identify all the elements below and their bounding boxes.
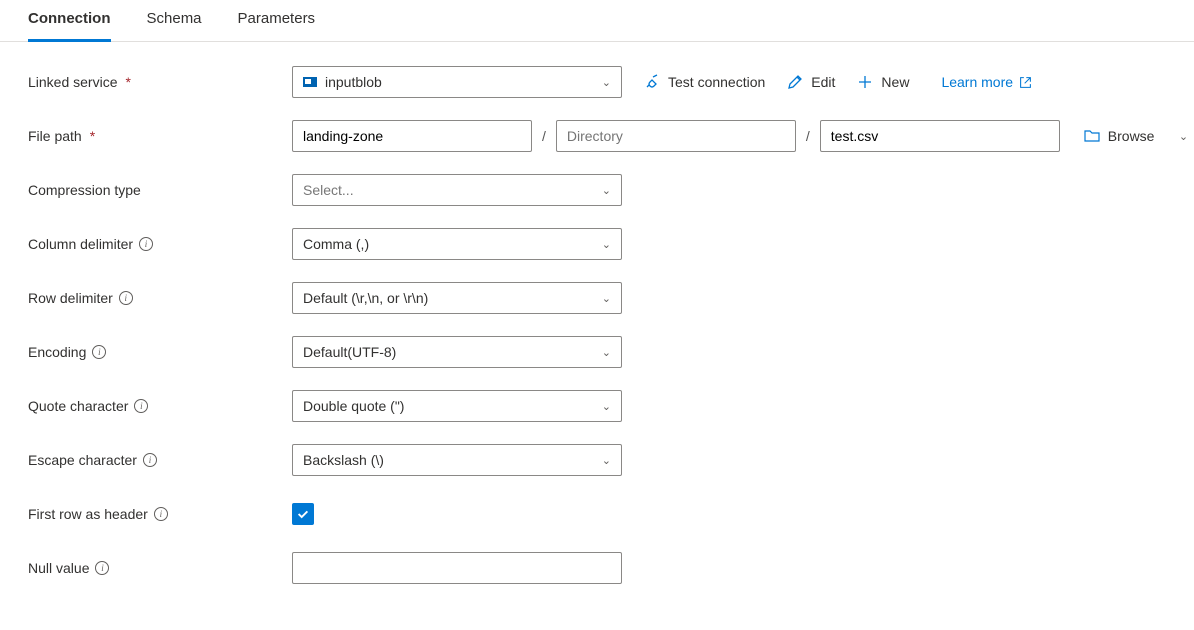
info-icon[interactable]: i (119, 291, 133, 305)
info-icon[interactable]: i (92, 345, 106, 359)
row-delimiter-select[interactable]: Default (\r,\n, or \r\n) ⌄ (292, 282, 622, 314)
chevron-down-icon: ⌄ (602, 292, 611, 305)
tab-bar: Connection Schema Parameters (0, 0, 1194, 42)
file-path-directory-input[interactable] (556, 120, 796, 152)
linked-service-icon (303, 77, 317, 87)
escape-character-select[interactable]: Backslash (\) ⌄ (292, 444, 622, 476)
new-button[interactable]: New (857, 74, 909, 90)
file-path-label: File path* (28, 128, 292, 144)
plus-icon (857, 74, 873, 90)
quote-character-label: Quote character i (28, 398, 292, 414)
browse-dropdown[interactable]: ⌄ (1174, 130, 1192, 143)
chevron-down-icon: ⌄ (1179, 130, 1188, 143)
edit-button[interactable]: Edit (787, 74, 835, 90)
escape-character-label: Escape character i (28, 452, 292, 468)
file-path-container-input[interactable] (292, 120, 532, 152)
quote-character-select[interactable]: Double quote (") ⌄ (292, 390, 622, 422)
first-row-header-checkbox[interactable] (292, 503, 314, 525)
encoding-label: Encoding i (28, 344, 292, 360)
path-separator: / (542, 128, 546, 144)
folder-icon (1084, 128, 1100, 144)
plug-icon (644, 74, 660, 90)
linked-service-label: Linked service* (28, 74, 292, 90)
encoding-select[interactable]: Default(UTF-8) ⌄ (292, 336, 622, 368)
linked-service-select[interactable]: inputblob ⌄ (292, 66, 622, 98)
test-connection-button[interactable]: Test connection (644, 74, 765, 90)
browse-button[interactable]: Browse (1084, 128, 1155, 144)
chevron-down-icon: ⌄ (602, 76, 611, 89)
required-marker: * (126, 74, 131, 90)
connection-form: Linked service* inputblob ⌄ Test connect… (0, 42, 1194, 630)
chevron-down-icon: ⌄ (602, 238, 611, 251)
chevron-down-icon: ⌄ (602, 400, 611, 413)
learn-more-link[interactable]: Learn more (941, 74, 1032, 90)
external-link-icon (1019, 76, 1032, 89)
info-icon[interactable]: i (143, 453, 157, 467)
null-value-label: Null value i (28, 560, 292, 576)
compression-type-select[interactable]: Select... ⌄ (292, 174, 622, 206)
chevron-down-icon: ⌄ (602, 184, 611, 197)
tab-connection[interactable]: Connection (28, 0, 111, 42)
info-icon[interactable]: i (154, 507, 168, 521)
file-path-file-input[interactable] (820, 120, 1060, 152)
first-row-header-label: First row as header i (28, 506, 292, 522)
info-icon[interactable]: i (139, 237, 153, 251)
null-value-input[interactable] (292, 552, 622, 584)
check-icon (296, 507, 310, 521)
pencil-icon (787, 74, 803, 90)
tab-schema[interactable]: Schema (147, 0, 202, 42)
tab-parameters[interactable]: Parameters (238, 0, 316, 42)
column-delimiter-select[interactable]: Comma (,) ⌄ (292, 228, 622, 260)
row-delimiter-label: Row delimiter i (28, 290, 292, 306)
required-marker: * (90, 128, 95, 144)
compression-type-label: Compression type (28, 182, 292, 198)
info-icon[interactable]: i (95, 561, 109, 575)
path-separator: / (806, 128, 810, 144)
column-delimiter-label: Column delimiter i (28, 236, 292, 252)
info-icon[interactable]: i (134, 399, 148, 413)
chevron-down-icon: ⌄ (602, 346, 611, 359)
chevron-down-icon: ⌄ (602, 454, 611, 467)
